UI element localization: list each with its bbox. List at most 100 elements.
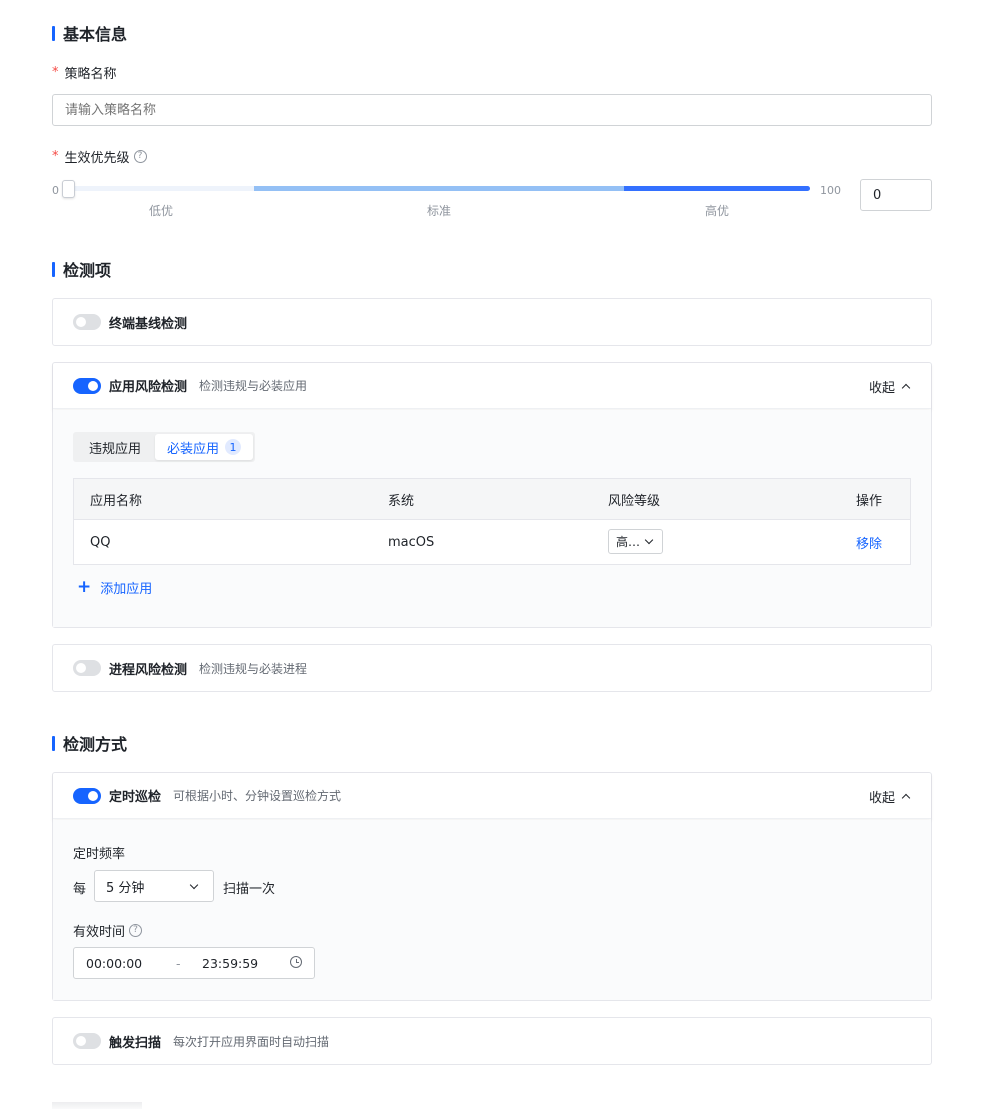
trigger-scan-desc: 每次打开应用界面时自动扫描 bbox=[173, 1034, 330, 1049]
priority-slider-track[interactable] bbox=[68, 186, 810, 191]
section-detect-method: 检测方式 bbox=[52, 734, 128, 754]
chevron-up-icon bbox=[901, 793, 911, 803]
scheduled-scan-desc: 可根据小时、分钟设置巡检方式 bbox=[173, 789, 342, 803]
range-separator: - bbox=[176, 956, 181, 971]
section-title-basic: 基本信息 bbox=[63, 25, 128, 44]
collapse-label: 收起 bbox=[868, 380, 895, 396]
tab-violation-apps[interactable]: 违规应用 bbox=[75, 434, 155, 460]
switch-knob bbox=[76, 1036, 86, 1046]
col-system: 系统 bbox=[388, 493, 415, 509]
col-action: 操作 bbox=[856, 493, 883, 509]
slider-segment-low bbox=[68, 186, 254, 191]
priority-slider-handle[interactable] bbox=[62, 180, 75, 198]
plus-icon: + bbox=[77, 577, 92, 597]
section-basic-info: 基本信息 bbox=[52, 24, 128, 44]
every-text: 每 bbox=[73, 882, 87, 897]
panel-header: 应用风险检测 检测违规与必装应用 收起 bbox=[53, 363, 931, 409]
panel-header: 终端基线检测 bbox=[53, 299, 931, 345]
required-mark: * bbox=[52, 149, 59, 164]
add-app-button[interactable]: + 添加应用 bbox=[77, 577, 153, 598]
section-marker bbox=[52, 261, 55, 277]
section-detect-items: 检测项 bbox=[52, 260, 112, 280]
panel-header: 进程风险检测 检测违规与必装进程 bbox=[53, 645, 931, 691]
app-risk-body: 违规应用 必装应用 1 应用名称 系统 风险等级 操作 QQ macOS 高… bbox=[53, 410, 931, 627]
section-marker bbox=[52, 25, 55, 41]
slider-segment-high bbox=[624, 186, 810, 191]
clock-icon bbox=[290, 956, 302, 968]
panel-trigger-scan: 触发扫描 每次打开应用界面时自动扫描 bbox=[52, 1017, 932, 1065]
app-risk-desc: 检测违规与必装应用 bbox=[199, 379, 308, 393]
table-row: QQ macOS 高… 移除 bbox=[74, 520, 910, 564]
trigger-scan-title: 触发扫描 bbox=[109, 1035, 162, 1051]
risk-level-value: 高… bbox=[616, 535, 641, 549]
frequency-label: 定时频率 bbox=[73, 847, 126, 862]
panel-header: 触发扫描 每次打开应用界面时自动扫描 bbox=[53, 1018, 931, 1064]
section-title-method: 检测方式 bbox=[63, 735, 128, 754]
slider-segment-standard bbox=[254, 186, 624, 191]
valid-time-label-text: 有效时间 bbox=[73, 925, 126, 940]
collapse-label: 收起 bbox=[868, 790, 895, 806]
process-risk-desc: 检测违规与必装进程 bbox=[199, 661, 308, 676]
start-time[interactable]: 00:00:00 bbox=[86, 956, 142, 971]
policy-name-input[interactable] bbox=[52, 94, 932, 126]
scheduled-collapse-button[interactable]: 收起 bbox=[868, 773, 911, 819]
terminal-baseline-switch[interactable] bbox=[73, 314, 101, 330]
process-risk-switch[interactable] bbox=[73, 660, 101, 676]
slider-tick-high: 高优 bbox=[704, 204, 730, 218]
required-apps-table: 应用名称 系统 风险等级 操作 QQ macOS 高… 移除 bbox=[73, 478, 911, 565]
priority-number-input[interactable]: 0 bbox=[860, 179, 932, 211]
valid-time-range-picker[interactable]: 00:00:00 - 23:59:59 bbox=[73, 947, 315, 979]
slider-min-label: 0 bbox=[52, 184, 59, 197]
panel-process-risk: 进程风险检测 检测违规与必装进程 bbox=[52, 644, 932, 692]
tab-required-apps[interactable]: 必装应用 1 bbox=[155, 434, 254, 460]
priority-label-text: 生效优先级 bbox=[64, 151, 130, 166]
required-mark: * bbox=[52, 65, 59, 80]
chevron-up-icon bbox=[901, 383, 911, 393]
end-time[interactable]: 23:59:59 bbox=[202, 956, 258, 971]
panel-terminal-baseline: 终端基线检测 bbox=[52, 298, 932, 346]
panel-scheduled-scan: 定时巡检 可根据小时、分钟设置巡检方式 收起 定时频率 每 5 分钟 扫描一次 … bbox=[52, 772, 932, 1001]
scheduled-scan-title: 定时巡检 bbox=[109, 790, 162, 805]
row-app-name: QQ bbox=[90, 534, 111, 550]
scheduled-scan-switch[interactable] bbox=[73, 787, 101, 804]
policy-name-label-text: 策略名称 bbox=[64, 67, 117, 82]
slider-tick-low: 低优 bbox=[148, 204, 174, 218]
panel-header: 定时巡检 可根据小时、分钟设置巡检方式 收起 bbox=[53, 773, 931, 819]
valid-time-label: 有效时间 ? bbox=[73, 921, 143, 940]
app-type-tabs: 违规应用 必装应用 1 bbox=[73, 432, 256, 462]
switch-knob bbox=[76, 663, 86, 673]
switch-knob bbox=[76, 317, 86, 327]
tab-label: 必装应用 bbox=[167, 441, 220, 457]
scheduled-scan-body: 定时频率 每 5 分钟 扫描一次 有效时间 ? 00:00:00 - 23:59… bbox=[53, 820, 931, 1000]
app-risk-switch[interactable] bbox=[73, 377, 101, 394]
switch-knob bbox=[88, 790, 98, 801]
scan-once-text: 扫描一次 bbox=[223, 882, 276, 897]
slider-max-label: 100 bbox=[820, 184, 841, 197]
panel-app-risk: 应用风险检测 检测违规与必装应用 收起 违规应用 必装应用 1 应用名称 系统 … bbox=[52, 362, 932, 628]
chevron-down-icon bbox=[644, 535, 654, 545]
col-risk-level: 风险等级 bbox=[608, 493, 661, 509]
process-risk-title: 进程风险检测 bbox=[109, 662, 188, 678]
switch-knob bbox=[88, 380, 98, 391]
terminal-baseline-title: 终端基线检测 bbox=[109, 316, 188, 332]
trigger-scan-switch[interactable] bbox=[73, 1033, 101, 1049]
col-app-name: 应用名称 bbox=[90, 493, 143, 509]
policy-name-label: * 策略名称 bbox=[52, 63, 117, 82]
app-risk-title: 应用风险检测 bbox=[109, 380, 188, 395]
app-risk-collapse-button[interactable]: 收起 bbox=[868, 363, 911, 409]
priority-number-value: 0 bbox=[873, 187, 882, 203]
section-title-detect: 检测项 bbox=[63, 261, 112, 280]
frequency-value: 5 分钟 bbox=[106, 880, 145, 896]
add-app-label: 添加应用 bbox=[100, 582, 153, 597]
remove-app-link[interactable]: 移除 bbox=[856, 533, 882, 552]
risk-level-select[interactable]: 高… bbox=[608, 529, 663, 554]
frequency-select[interactable]: 5 分钟 bbox=[94, 870, 214, 902]
help-icon[interactable]: ? bbox=[133, 150, 147, 163]
next-section-title-cutoff bbox=[52, 1102, 142, 1109]
count-badge: 1 bbox=[225, 439, 242, 455]
tab-label: 违规应用 bbox=[89, 441, 142, 457]
row-system: macOS bbox=[388, 534, 435, 550]
slider-tick-standard: 标准 bbox=[426, 204, 452, 218]
help-icon[interactable]: ? bbox=[129, 924, 143, 937]
table-header: 应用名称 系统 风险等级 操作 bbox=[74, 479, 910, 520]
